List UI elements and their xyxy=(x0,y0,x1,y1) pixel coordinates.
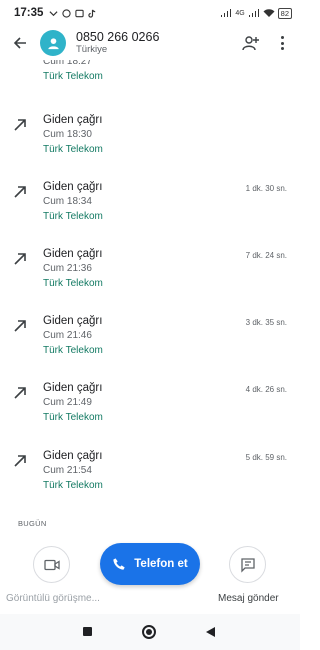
outgoing-call-icon xyxy=(12,385,28,401)
dot xyxy=(280,36,284,39)
call-type: Giden çağrı xyxy=(43,450,103,462)
call-time: Cum 21:54 xyxy=(43,465,92,476)
signal-icon xyxy=(220,8,232,18)
call-time: Cum 18:27 xyxy=(43,60,92,67)
recents-button[interactable] xyxy=(83,627,92,636)
call-button[interactable]: Telefon et xyxy=(100,543,200,585)
videocam-icon xyxy=(43,559,60,570)
app-header: 0850 266 0266 Türkiye xyxy=(0,26,300,60)
call-time: Cum 18:34 xyxy=(43,196,92,207)
call-item[interactable]: Cum 18:27 Türk Telekom xyxy=(0,60,300,102)
call-time: Cum 21:46 xyxy=(43,330,92,341)
contact-number: 0850 266 0266 xyxy=(76,30,160,44)
call-duration: 5 dk. 59 sn. xyxy=(245,453,287,462)
outgoing-call-icon xyxy=(12,318,28,334)
call-item[interactable]: Giden çağrı Cum 21:54 Türk Telekom 5 dk.… xyxy=(0,449,300,499)
call-carrier: Türk Telekom xyxy=(43,211,103,222)
outgoing-call-icon xyxy=(12,117,28,133)
call-type: Giden çağrı xyxy=(43,248,103,260)
status-time: 17:35 xyxy=(14,7,44,19)
signal-icon-2 xyxy=(248,8,260,18)
call-carrier: Türk Telekom xyxy=(43,480,103,491)
arrow-back-icon xyxy=(13,37,26,49)
message-icon xyxy=(240,557,255,573)
call-item[interactable]: Giden çağrı Cum 21:46 Türk Telekom 3 dk.… xyxy=(0,314,300,364)
video-call-label: Görüntülü görüşme... xyxy=(6,593,100,604)
call-carrier: Türk Telekom xyxy=(43,412,103,423)
call-item[interactable]: Giden çağrı Cum 21:36 Türk Telekom 7 dk.… xyxy=(0,247,300,297)
outgoing-call-icon xyxy=(12,184,28,200)
battery-indicator: 82 xyxy=(277,7,292,19)
status-bar: 17:35 4G 82 xyxy=(0,0,300,26)
call-carrier: Türk Telekom xyxy=(43,278,103,289)
call-carrier: Türk Telekom xyxy=(43,144,103,155)
avatar xyxy=(40,30,66,56)
missed-call-icon xyxy=(49,9,58,18)
network-type: 4G xyxy=(235,9,245,17)
call-history-list: Cum 18:27 Türk Telekom Giden çağrı Cum 1… xyxy=(0,60,300,520)
person-icon xyxy=(47,37,59,49)
send-message-button[interactable] xyxy=(229,546,266,583)
add-contact-button[interactable] xyxy=(240,34,260,52)
call-duration: 3 dk. 35 sn. xyxy=(245,318,287,327)
tiktok-icon xyxy=(88,9,97,18)
whatsapp-icon xyxy=(62,8,72,18)
call-item[interactable]: Giden çağrı Cum 18:34 Türk Telekom 1 dk.… xyxy=(0,180,300,230)
call-duration: 7 dk. 24 sn. xyxy=(245,251,287,260)
contact-info: 0850 266 0266 Türkiye xyxy=(76,30,159,56)
back-button[interactable] xyxy=(0,26,40,60)
person-add-icon xyxy=(242,36,259,51)
call-carrier: Türk Telekom xyxy=(43,345,103,356)
call-type: Giden çağrı xyxy=(43,181,103,193)
wifi-icon xyxy=(263,8,275,18)
system-nav-bar xyxy=(0,614,300,650)
call-time: Cum 18:30 xyxy=(43,129,92,140)
call-item[interactable]: Giden çağrı Cum 18:30 Türk Telekom xyxy=(0,113,300,163)
call-type: Giden çağrı xyxy=(43,382,103,394)
call-button-label: Telefon et xyxy=(134,558,188,570)
phone-icon xyxy=(113,558,125,570)
call-item[interactable]: Giden çağrı Cum 21:49 Türk Telekom 4 dk.… xyxy=(0,381,300,431)
call-carrier: Türk Telekom xyxy=(43,71,103,82)
call-duration: 4 dk. 26 sn. xyxy=(245,385,287,394)
call-type: Giden çağrı xyxy=(43,114,103,126)
section-header-today: BUGÜN xyxy=(18,519,47,528)
call-time: Cum 21:36 xyxy=(43,263,92,274)
call-duration: 1 dk. 30 sn. xyxy=(245,184,287,193)
send-message-label: Mesaj gönder xyxy=(218,593,279,604)
message-icon xyxy=(75,9,85,18)
outgoing-call-icon xyxy=(12,251,28,267)
video-call-button[interactable] xyxy=(33,546,70,583)
call-time: Cum 21:49 xyxy=(43,397,92,408)
contact-country: Türkiye xyxy=(76,44,108,55)
status-indicators: 4G 82 xyxy=(220,7,292,19)
nav-back-button[interactable] xyxy=(206,627,215,637)
dot xyxy=(280,41,284,45)
dot xyxy=(280,47,284,50)
more-options-button[interactable] xyxy=(276,34,288,52)
home-button[interactable] xyxy=(142,625,156,639)
call-type: Giden çağrı xyxy=(43,315,103,327)
outgoing-call-icon xyxy=(12,453,28,469)
notification-icons xyxy=(49,8,97,18)
